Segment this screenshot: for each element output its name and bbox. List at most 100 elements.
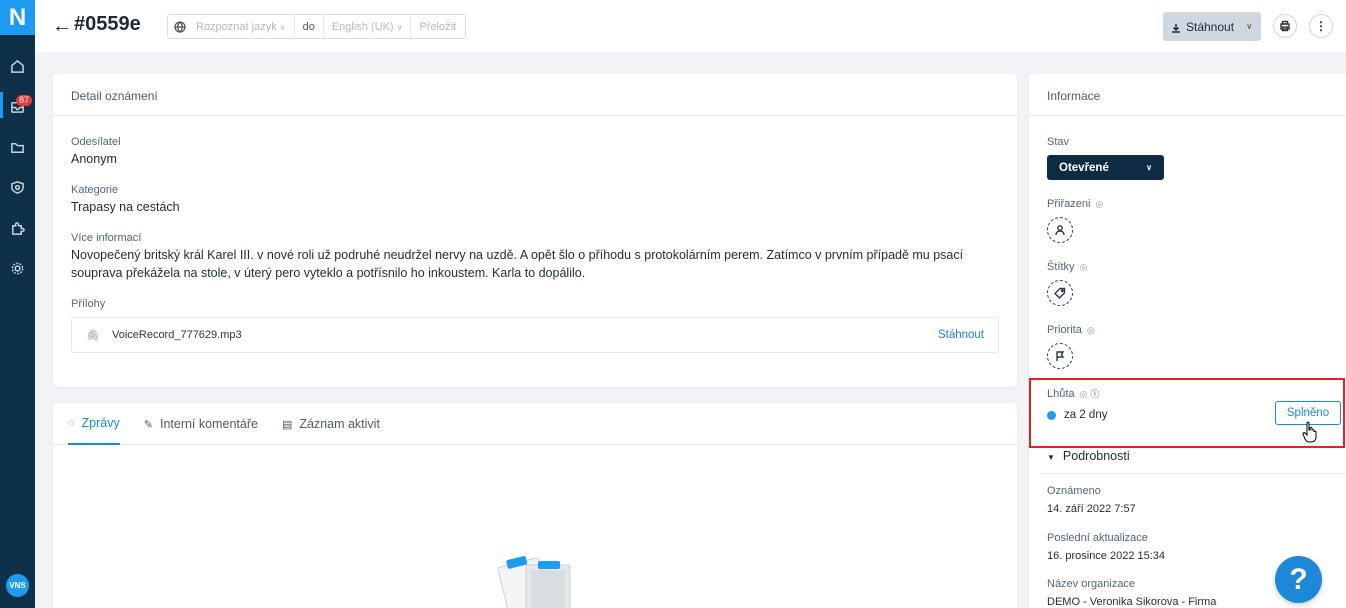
field-label: Poslední aktualizace: [1047, 532, 1148, 544]
report-detail-card: Detail oznámení Odesílatel Anonym Katego…: [53, 74, 1017, 387]
download-button[interactable]: Stáhnout ∨: [1163, 12, 1261, 41]
field-value: 14. září 2022 7:57: [1047, 503, 1136, 515]
flag-icon: [1056, 351, 1065, 361]
field-label: Štítky: [1047, 261, 1075, 273]
messages-card: ◌ Zprávy ✎ Interní komentáře ▤ Záznam ak…: [53, 403, 1017, 608]
field-value: Novopečený britský král Karel III. v nov…: [71, 248, 964, 280]
paperclip-icon: 🖇: [86, 329, 100, 342]
tab-label: Záznam aktivit: [299, 417, 380, 431]
back-arrow-icon[interactable]: ←: [52, 16, 72, 36]
field-value: 16. prosince 2022 15:34: [1047, 550, 1166, 562]
chevron-down-icon: ∨: [1146, 163, 1152, 172]
target-language-select[interactable]: English (UK) ∨: [332, 21, 403, 33]
app-logo[interactable]: N: [0, 0, 35, 35]
puzzle-icon[interactable]: [9, 220, 26, 237]
field-label: Kategorie: [71, 184, 119, 196]
add-user-icon: [1055, 225, 1065, 236]
assign-user-button[interactable]: [1047, 217, 1073, 243]
field-label: Přiřazeni: [1047, 198, 1091, 210]
tab-label: Zprávy: [81, 416, 120, 430]
field-value: Anonym: [71, 152, 117, 166]
attachment-download-link[interactable]: Stáhnout: [938, 329, 984, 341]
status-section: Stav Otevřené ∨: [1047, 136, 1328, 180]
translate-connector: do: [302, 20, 315, 33]
field-value: DEMO - Veronika Sikorova - Firma: [1047, 596, 1217, 608]
status-value: Otevřené: [1059, 161, 1109, 174]
target-language-label: English (UK): [331, 20, 394, 33]
document-list-icon: ▤: [281, 418, 293, 431]
chevron-down-icon: ∨: [396, 22, 403, 32]
download-icon: [1171, 22, 1181, 33]
field-label: Odesílatel: [71, 136, 121, 148]
empty-clipboard-illustration: [498, 556, 571, 608]
info-panel: Informace Stav Otevřené ∨ Přiřazeni ◎ Ští…: [1029, 74, 1346, 608]
organization-field: Název organizace DEMO - Veronika Sikorov…: [1047, 578, 1216, 608]
card-title: Informace: [1029, 74, 1346, 116]
details-toggle-label: Podrobnosti: [1062, 449, 1130, 463]
field-label: Název organizace: [1047, 578, 1136, 590]
attachments-field: Přílohy 🖇 VoiceRecord_777629.mp3 Stáhnou…: [71, 298, 999, 353]
top-bar: ← #0559e Rozpoznat jazyk ∨ do English (UK…: [35, 0, 1346, 52]
eye-off-icon: ◎: [1079, 262, 1088, 272]
set-priority-button[interactable]: [1047, 343, 1073, 369]
globe-icon: [174, 20, 186, 33]
status-dropdown[interactable]: Otevřené ∨: [1047, 155, 1164, 180]
tab-bar: ◌ Zprávy ✎ Interní komentáře ▤ Záznam ak…: [53, 403, 1017, 445]
chevron-down-icon: ∨: [279, 22, 286, 32]
updated-field: Poslední aktualizace 16. prosince 2022 1…: [1047, 532, 1165, 565]
chat-bubble-icon: ◌: [68, 417, 75, 429]
kebab-icon: ⋮: [1315, 19, 1327, 33]
eye-off-icon: ◎: [1086, 325, 1095, 335]
add-tag-button[interactable]: [1047, 280, 1073, 306]
source-language-label: Rozpoznat jazyk: [196, 20, 277, 33]
field-label: Oznámeno: [1047, 485, 1101, 497]
active-indicator: [0, 92, 3, 118]
home-icon[interactable]: [9, 58, 26, 75]
user-avatar[interactable]: VNS: [6, 574, 29, 597]
divider: [293, 14, 295, 39]
tab-messages[interactable]: ◌ Zprávy: [68, 403, 120, 445]
printer-icon: [1280, 20, 1290, 32]
folder-icon[interactable]: [9, 139, 26, 156]
hand-cursor-icon: [1302, 421, 1317, 443]
divider: [322, 14, 324, 39]
tags-section: Štítky ◎: [1047, 261, 1328, 306]
sidebar: N 87 VNS: [0, 0, 35, 608]
inbox-badge: 87: [16, 95, 33, 106]
divider: [1040, 473, 1346, 474]
page-title: #0559e: [74, 13, 141, 35]
chevron-down-icon[interactable]: ∨: [1246, 21, 1253, 32]
translate-bar: Rozpoznat jazyk ∨ do English (UK) ∨ Přelož…: [167, 14, 466, 39]
edit-icon: ✎: [143, 418, 153, 431]
tag-icon: [1054, 287, 1066, 299]
priority-section: Priorita ◎: [1047, 324, 1328, 369]
print-button[interactable]: [1273, 14, 1297, 38]
caret-down-icon: ▼: [1047, 453, 1055, 462]
shield-settings-icon[interactable]: [9, 179, 26, 196]
gear-icon[interactable]: [9, 260, 26, 277]
field-label: Více informací: [71, 232, 142, 244]
tab-activity-log[interactable]: ▤ Záznam aktivit: [282, 403, 380, 445]
reported-field: Oznámeno 14. září 2022 7:57: [1047, 485, 1136, 518]
sender-field: Odesílatel Anonym: [71, 136, 999, 168]
field-value: Trapasy na cestách: [71, 200, 180, 214]
field-label: Přílohy: [71, 298, 106, 310]
attachment-row: 🖇 VoiceRecord_777629.mp3 Stáhnout: [71, 317, 999, 353]
tab-internal-comments[interactable]: ✎ Interní komentáře: [144, 403, 258, 445]
eye-off-icon: ◎: [1095, 199, 1104, 209]
card-title: Detail oznámení: [53, 74, 1017, 116]
more-info-field: Více informací Novopečený britský král K…: [71, 232, 999, 282]
help-button[interactable]: ?: [1275, 556, 1322, 603]
download-label: Stáhnout: [1186, 19, 1235, 34]
category-field: Kategorie Trapasy na cestách: [71, 184, 999, 216]
divider: [410, 14, 412, 39]
field-label: Priorita: [1047, 324, 1082, 336]
details-toggle[interactable]: ▼ Podrobnosti: [1047, 449, 1130, 463]
translate-button[interactable]: Přeložit: [419, 21, 456, 33]
more-options-button[interactable]: ⋮: [1309, 14, 1333, 38]
assigned-section: Přiřazeni ◎: [1047, 198, 1328, 243]
attachment-name[interactable]: VoiceRecord_777629.mp3: [112, 329, 242, 341]
source-language-select[interactable]: Rozpoznat jazyk ∨: [196, 21, 286, 33]
tab-label: Interní komentáře: [159, 417, 258, 431]
field-label: Stav: [1047, 136, 1070, 148]
